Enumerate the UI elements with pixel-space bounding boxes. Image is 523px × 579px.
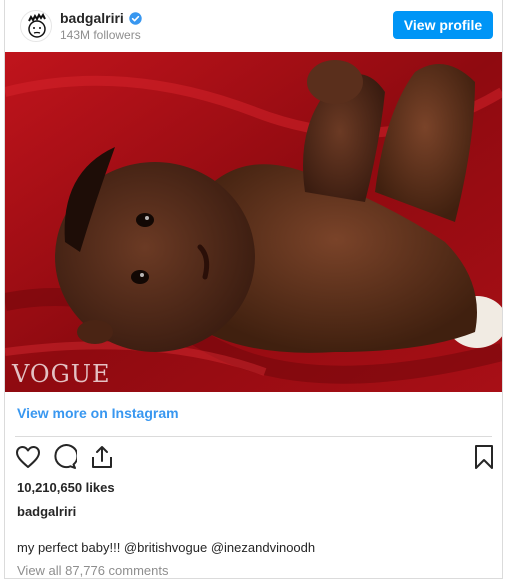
caption-text: my perfect baby!!! @britishvogue @inezan… — [17, 540, 316, 555]
likes-count[interactable]: 10,210,650 likes — [17, 480, 115, 495]
followers-count: 143M followers — [60, 28, 141, 42]
comment-icon[interactable] — [51, 444, 77, 470]
avatar[interactable] — [20, 10, 52, 42]
baby-photo-illustration — [5, 52, 502, 392]
share-icon[interactable] — [89, 444, 115, 470]
vogue-watermark: VOGUE — [12, 360, 111, 388]
post-photo[interactable]: VOGUE — [5, 52, 502, 392]
username-link[interactable]: badgalriri — [60, 10, 124, 26]
verified-badge-icon — [129, 11, 142, 25]
caption-username[interactable]: badgalriri — [17, 504, 76, 519]
username-row: badgalriri — [60, 10, 142, 26]
view-profile-button[interactable]: View profile — [393, 11, 493, 39]
view-more-link[interactable]: View more on Instagram — [17, 405, 179, 421]
bookmark-icon[interactable] — [471, 444, 497, 470]
instagram-embed: badgalriri 143M followers View profile V… — [4, 0, 503, 579]
heart-icon[interactable] — [15, 444, 41, 470]
view-comments-link[interactable]: View all 87,776 comments — [17, 563, 169, 578]
post-header: badgalriri 143M followers View profile — [5, 0, 502, 52]
divider — [15, 436, 492, 437]
